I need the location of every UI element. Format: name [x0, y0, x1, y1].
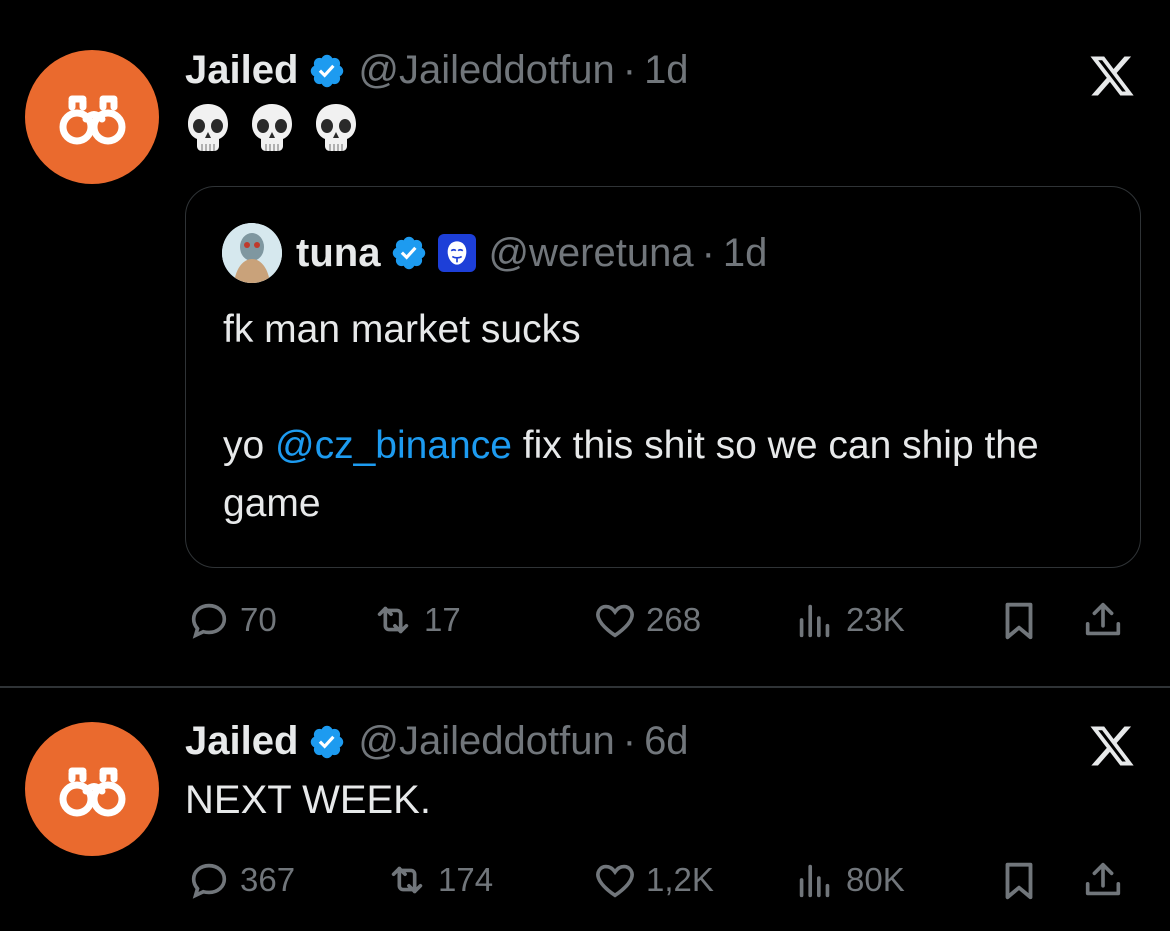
views-count: 80K — [846, 861, 905, 898]
reply-count: 70 — [240, 601, 277, 638]
like-count: 1,2K — [646, 861, 714, 898]
tweet-text: 💀💀💀 — [185, 102, 359, 154]
repost-icon — [377, 606, 409, 634]
repost-icon — [391, 866, 423, 894]
separator: · — [622, 719, 637, 763]
timestamp[interactable]: 6d — [644, 719, 689, 764]
heart-icon — [596, 604, 634, 638]
handcuffs-icon — [59, 767, 126, 817]
verified-badge-icon — [390, 234, 428, 272]
reply-icon — [191, 603, 227, 639]
analytics-icon — [799, 864, 830, 898]
affiliate-mask-icon[interactable] — [438, 234, 477, 272]
heart-icon — [596, 864, 634, 898]
bookmark-button[interactable] — [996, 857, 1050, 903]
quoted-author-name[interactable]: tuna — [296, 231, 380, 276]
like-button[interactable]: 268 — [592, 597, 701, 643]
reply-button[interactable]: 70 — [186, 597, 277, 643]
reply-button[interactable]: 367 — [186, 857, 295, 903]
avatar[interactable] — [25, 50, 159, 184]
repost-button[interactable]: 17 — [370, 597, 461, 643]
share-button[interactable] — [1080, 597, 1134, 643]
quoted-avatar[interactable] — [222, 223, 282, 283]
tweet-divider — [0, 686, 1170, 688]
handcuffs-icon — [59, 95, 126, 145]
analytics-icon — [799, 604, 830, 638]
like-count: 268 — [646, 601, 702, 638]
reply-icon — [191, 863, 227, 899]
mention-link[interactable]: @cz_binance — [275, 424, 512, 467]
tweet-actions: 367 174 1,2K 80K — [186, 857, 1136, 907]
separator: · — [701, 230, 715, 275]
skull-icon — [316, 104, 356, 151]
like-button[interactable]: 1,2K — [592, 857, 714, 903]
tuna-avatar-icon — [222, 223, 282, 283]
quoted-tweet[interactable]: tuna @weretuna · 1d fk man market sucks … — [185, 186, 1141, 568]
share-icon — [1085, 602, 1121, 636]
x-logo-icon[interactable] — [1086, 722, 1138, 770]
skull-icon — [188, 104, 228, 151]
bookmark-icon — [1005, 862, 1033, 900]
quoted-text-line1: fk man market sucks — [223, 308, 581, 351]
views-count: 23K — [846, 601, 905, 638]
quoted-text-pre: yo — [223, 424, 276, 467]
avatar[interactable] — [25, 722, 159, 856]
repost-button[interactable]: 174 — [384, 857, 493, 903]
separator: · — [622, 48, 637, 92]
repost-count: 174 — [438, 861, 494, 898]
tweet-header: Jailed @Jaileddotfun · 1d — [185, 48, 689, 93]
skull-icon — [252, 104, 292, 151]
quoted-tweet-text: fk man market sucks yo @cz_binance fix t… — [223, 301, 1113, 533]
author-name[interactable]: Jailed — [185, 48, 298, 93]
author-name[interactable]: Jailed — [185, 719, 298, 764]
x-logo-icon[interactable] — [1086, 52, 1138, 100]
author-handle[interactable]: @Jaileddotfun — [358, 719, 614, 764]
share-icon — [1085, 862, 1121, 896]
share-button[interactable] — [1080, 857, 1134, 903]
quoted-timestamp[interactable]: 1d — [723, 231, 768, 276]
views-button[interactable]: 80K — [792, 857, 905, 903]
tweet-actions: 70 17 268 23K — [186, 597, 1136, 647]
quoted-author-handle[interactable]: @weretuna — [488, 231, 693, 276]
verified-badge-icon — [308, 52, 346, 90]
bookmark-button[interactable] — [996, 597, 1050, 643]
tweet-header: Jailed @Jaileddotfun · 6d — [185, 719, 689, 764]
repost-count: 17 — [424, 601, 461, 638]
verified-badge-icon — [308, 723, 346, 761]
bookmark-icon — [1005, 602, 1033, 640]
views-button[interactable]: 23K — [792, 597, 905, 643]
timestamp[interactable]: 1d — [644, 48, 689, 93]
tweet-text: NEXT WEEK. — [185, 778, 431, 822]
reply-count: 367 — [240, 861, 296, 898]
author-handle[interactable]: @Jaileddotfun — [358, 48, 614, 93]
quoted-tweet-header: tuna @weretuna · 1d — [222, 223, 767, 283]
